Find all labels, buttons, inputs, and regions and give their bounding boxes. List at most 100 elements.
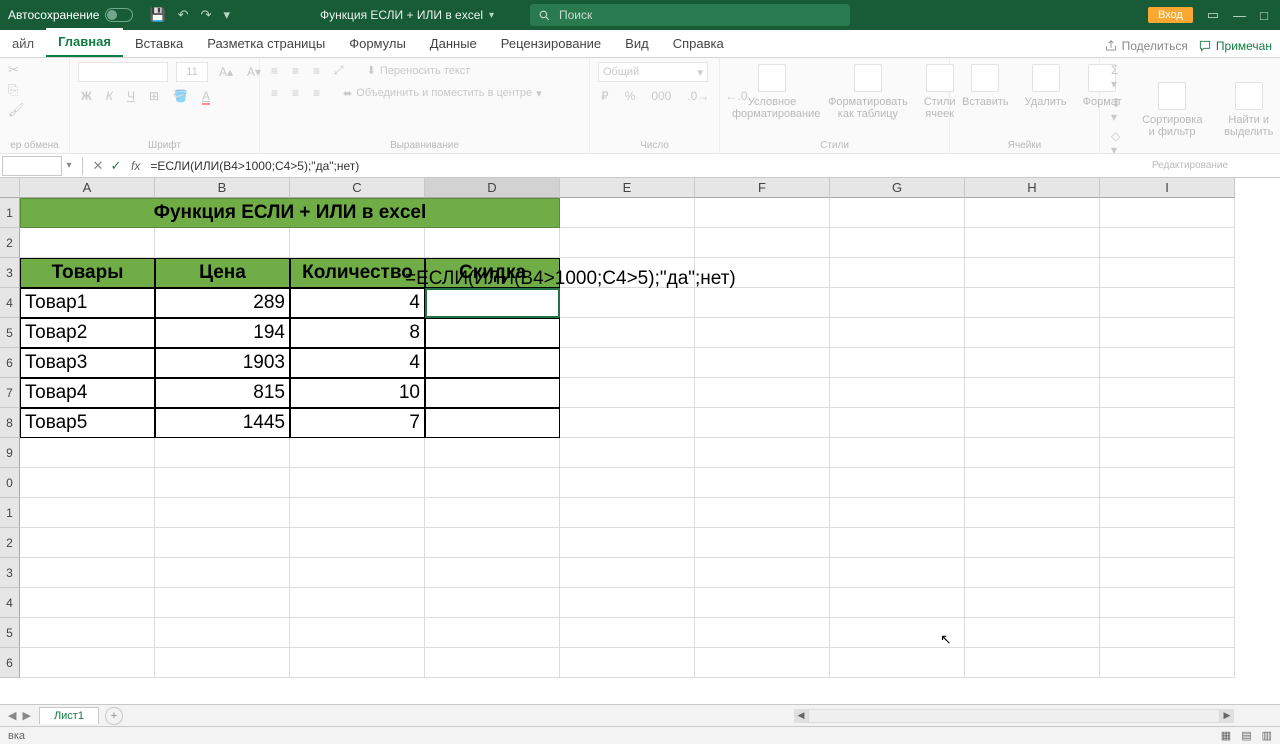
- cell[interactable]: [20, 558, 155, 588]
- table-cell[interactable]: [425, 378, 560, 408]
- cell[interactable]: [1100, 348, 1235, 378]
- search-box[interactable]: Поиск: [530, 4, 850, 26]
- row-header-11[interactable]: 1: [0, 498, 20, 528]
- cut-icon[interactable]: ✂: [8, 62, 19, 78]
- cell[interactable]: [1100, 408, 1235, 438]
- cell[interactable]: [1100, 618, 1235, 648]
- comments-button[interactable]: Примечан: [1198, 39, 1272, 53]
- cell[interactable]: [290, 558, 425, 588]
- col-header-E[interactable]: E: [560, 178, 695, 198]
- cell[interactable]: [290, 228, 425, 258]
- table-cell[interactable]: [425, 318, 560, 348]
- row-header-14[interactable]: 4: [0, 588, 20, 618]
- cell[interactable]: [290, 618, 425, 648]
- cell[interactable]: [1100, 498, 1235, 528]
- cell[interactable]: [1100, 588, 1235, 618]
- cell[interactable]: [965, 408, 1100, 438]
- currency-icon[interactable]: ₽: [598, 88, 612, 104]
- cell[interactable]: [20, 588, 155, 618]
- cell[interactable]: [830, 438, 965, 468]
- cell[interactable]: [155, 648, 290, 678]
- cell[interactable]: [965, 528, 1100, 558]
- cell[interactable]: [290, 468, 425, 498]
- cell[interactable]: [965, 498, 1100, 528]
- redo-icon[interactable]: ↷: [201, 7, 212, 23]
- col-header-H[interactable]: H: [965, 178, 1100, 198]
- undo-icon[interactable]: ↶: [178, 7, 189, 23]
- cell[interactable]: [155, 528, 290, 558]
- worksheet-grid[interactable]: ABCDEFGHI 1234567890123456 Функция ЕСЛИ …: [0, 178, 1280, 704]
- view-break-icon[interactable]: ▥: [1262, 729, 1272, 742]
- cell[interactable]: [830, 348, 965, 378]
- minimize-icon[interactable]: —: [1233, 8, 1246, 23]
- cell[interactable]: [155, 468, 290, 498]
- col-header-A[interactable]: A: [20, 178, 155, 198]
- cell[interactable]: [965, 438, 1100, 468]
- cell[interactable]: [695, 558, 830, 588]
- row-header-13[interactable]: 3: [0, 558, 20, 588]
- cell[interactable]: [425, 498, 560, 528]
- name-box[interactable]: [2, 156, 62, 176]
- view-normal-icon[interactable]: ▦: [1221, 729, 1231, 742]
- percent-icon[interactable]: %: [622, 88, 639, 104]
- cell[interactable]: [1100, 288, 1235, 318]
- cell[interactable]: [155, 228, 290, 258]
- cell[interactable]: [695, 378, 830, 408]
- row-header-16[interactable]: 6: [0, 648, 20, 678]
- cell[interactable]: [560, 228, 695, 258]
- cell[interactable]: [965, 618, 1100, 648]
- table-cell[interactable]: [425, 288, 560, 318]
- cell[interactable]: [560, 438, 695, 468]
- table-header-1[interactable]: Цена: [155, 258, 290, 288]
- cell[interactable]: [965, 198, 1100, 228]
- row-header-10[interactable]: 0: [0, 468, 20, 498]
- cell[interactable]: [560, 468, 695, 498]
- cell[interactable]: [560, 528, 695, 558]
- cell[interactable]: [695, 198, 830, 228]
- clear-icon[interactable]: ◇ ▾: [1108, 128, 1124, 158]
- cell[interactable]: [1100, 318, 1235, 348]
- cell[interactable]: [830, 318, 965, 348]
- cell[interactable]: [560, 318, 695, 348]
- col-header-D[interactable]: D: [425, 178, 560, 198]
- title-dropdown-icon[interactable]: ▾: [489, 10, 494, 21]
- row-header-12[interactable]: 2: [0, 528, 20, 558]
- cell[interactable]: [965, 288, 1100, 318]
- increase-font-icon[interactable]: A▴: [216, 64, 236, 80]
- scroll-right-icon[interactable]: ▶: [1220, 709, 1234, 723]
- cell[interactable]: [830, 258, 965, 288]
- cell[interactable]: [560, 288, 695, 318]
- cell[interactable]: [1100, 648, 1235, 678]
- cell[interactable]: [1100, 528, 1235, 558]
- table-cell[interactable]: Товар2: [20, 318, 155, 348]
- bold-button[interactable]: Ж: [78, 88, 95, 104]
- cell[interactable]: [830, 528, 965, 558]
- table-cell[interactable]: 10: [290, 378, 425, 408]
- fx-icon[interactable]: fx: [131, 159, 140, 173]
- tab-file[interactable]: айл: [0, 30, 46, 57]
- cell[interactable]: [830, 558, 965, 588]
- row-header-2[interactable]: 2: [0, 228, 20, 258]
- tab-review[interactable]: Рецензирование: [489, 30, 613, 57]
- delete-cells-button[interactable]: Удалить: [1021, 62, 1071, 110]
- cell[interactable]: [695, 438, 830, 468]
- cell[interactable]: [155, 498, 290, 528]
- autosum-icon[interactable]: Σ ▾: [1108, 62, 1124, 92]
- cell[interactable]: [1100, 558, 1235, 588]
- cell[interactable]: [560, 588, 695, 618]
- table-cell[interactable]: 194: [155, 318, 290, 348]
- tab-page-layout[interactable]: Разметка страницы: [195, 30, 337, 57]
- tab-view[interactable]: Вид: [613, 30, 661, 57]
- cell[interactable]: [695, 228, 830, 258]
- cell[interactable]: [560, 648, 695, 678]
- format-painter-icon[interactable]: 🖌: [8, 102, 25, 118]
- cell[interactable]: [830, 468, 965, 498]
- table-cell[interactable]: [425, 348, 560, 378]
- login-button[interactable]: Вход: [1148, 7, 1193, 23]
- ribbon-display-icon[interactable]: ▭: [1207, 7, 1219, 23]
- qat-more-icon[interactable]: ▾: [223, 7, 230, 23]
- align-middle-icon[interactable]: ≡: [289, 63, 302, 79]
- select-all-triangle[interactable]: [0, 178, 20, 198]
- scroll-track[interactable]: [808, 709, 1220, 723]
- merged-title-cell[interactable]: Функция ЕСЛИ + ИЛИ в excel: [20, 198, 560, 228]
